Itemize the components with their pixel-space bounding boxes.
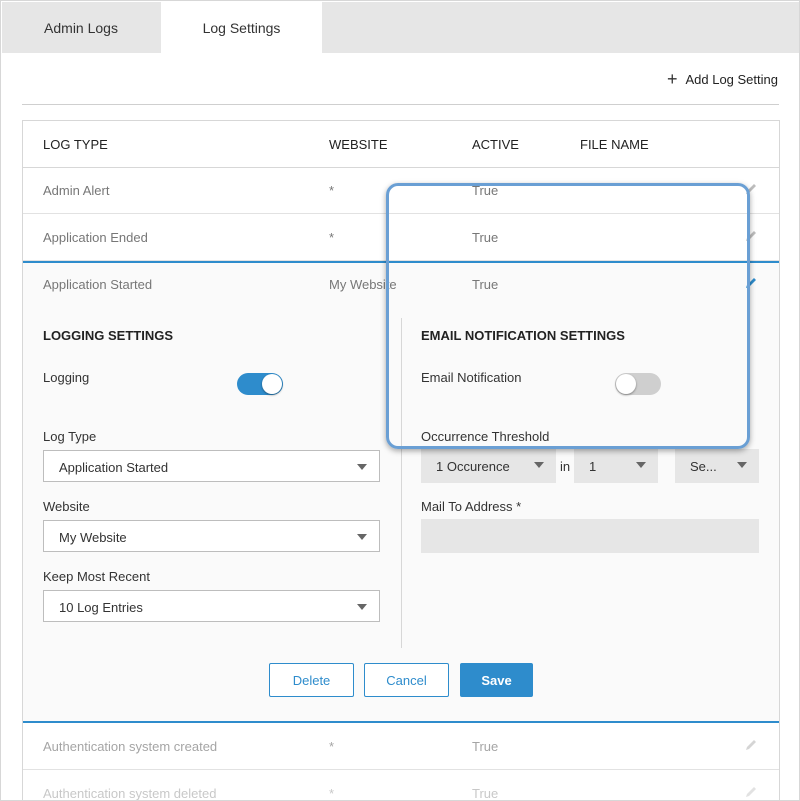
log-settings-table: LOG TYPE WEBSITE ACTIVE FILE NAME Admin … xyxy=(22,120,780,801)
column-divider xyxy=(401,318,402,648)
count-value: 1 xyxy=(589,459,597,474)
pencil-icon[interactable] xyxy=(743,275,759,291)
count-select[interactable]: 1 xyxy=(574,449,658,483)
chevron-down-icon xyxy=(357,604,367,610)
add-log-setting-button[interactable]: + Add Log Setting xyxy=(666,69,778,89)
save-button[interactable]: Save xyxy=(460,663,533,697)
cell-log-type: Authentication system deleted xyxy=(43,786,217,801)
plus-icon: + xyxy=(666,69,678,89)
pencil-icon[interactable] xyxy=(743,181,759,197)
cell-active: True xyxy=(472,277,499,292)
cell-log-type: Application Ended xyxy=(43,230,148,245)
cancel-button[interactable]: Cancel xyxy=(364,663,449,697)
toggle-knob xyxy=(616,374,636,394)
cell-website: My Website xyxy=(329,277,397,292)
delete-button[interactable]: Delete xyxy=(269,663,354,697)
website-value: My Website xyxy=(59,530,127,545)
email-notification-toggle[interactable] xyxy=(615,373,661,395)
add-log-setting-label: Add Log Setting xyxy=(685,71,778,87)
keep-most-recent-select[interactable]: 10 Log Entries xyxy=(43,590,380,622)
email-notification-settings-title: EMAIL NOTIFICATION SETTINGS xyxy=(421,328,625,343)
chevron-down-icon xyxy=(534,462,544,468)
logging-toggle[interactable] xyxy=(237,373,283,395)
chevron-down-icon xyxy=(357,534,367,540)
table-row[interactable]: Admin Alert * True xyxy=(23,167,779,214)
toggle-knob xyxy=(262,374,282,394)
logging-label: Logging xyxy=(43,370,90,385)
mail-to-address-input[interactable] xyxy=(421,519,759,553)
tab-admin-logs[interactable]: Admin Logs xyxy=(2,2,160,53)
occurrence-value: 1 Occurence xyxy=(436,459,510,474)
cell-active: True xyxy=(472,230,499,245)
email-notification-label: Email Notification xyxy=(421,370,522,385)
cell-log-type: Application Started xyxy=(43,277,153,292)
website-select[interactable]: My Website xyxy=(43,520,380,552)
log-type-select[interactable]: Application Started xyxy=(43,450,380,482)
cell-website: * xyxy=(329,786,335,801)
header-website: WEBSITE xyxy=(329,137,388,152)
mail-to-address-label: Mail To Address * xyxy=(421,499,522,514)
tab-bar: Admin Logs Log Settings xyxy=(2,2,799,53)
occurrence-select[interactable]: 1 Occurence xyxy=(421,449,556,483)
header-active: ACTIVE xyxy=(472,137,519,152)
cell-active: True xyxy=(472,786,499,801)
cell-website: * xyxy=(329,183,335,198)
chevron-down-icon xyxy=(737,462,747,468)
divider xyxy=(22,104,779,105)
table-row-selected[interactable]: Application Started My Website True xyxy=(23,263,779,308)
keep-most-recent-label: Keep Most Recent xyxy=(43,569,150,584)
time-unit-select[interactable]: Se... xyxy=(675,449,759,483)
cell-website: * xyxy=(329,739,335,754)
keep-most-recent-value: 10 Log Entries xyxy=(59,600,143,615)
cell-log-type: Authentication system created xyxy=(43,739,218,754)
cell-active: True xyxy=(472,183,499,198)
occurrence-threshold-label: Occurrence Threshold xyxy=(421,429,550,444)
chevron-down-icon xyxy=(636,462,646,468)
table-header: LOG TYPE WEBSITE ACTIVE FILE NAME xyxy=(23,121,779,168)
tab-log-settings[interactable]: Log Settings xyxy=(161,2,322,53)
cell-active: True xyxy=(472,739,499,754)
time-unit-value: Se... xyxy=(690,459,717,474)
log-type-value: Application Started xyxy=(59,460,169,475)
log-type-label: Log Type xyxy=(43,429,97,444)
header-file-name: FILE NAME xyxy=(580,137,649,152)
header-log-type: LOG TYPE xyxy=(43,137,108,152)
expanded-row-panel: Application Started My Website True LOGG… xyxy=(23,261,779,723)
cell-log-type: Admin Alert xyxy=(43,183,110,198)
cell-website: * xyxy=(329,230,335,245)
chevron-down-icon xyxy=(357,464,367,470)
pencil-icon[interactable] xyxy=(743,737,759,753)
log-settings-window: Admin Logs Log Settings + Add Log Settin… xyxy=(0,0,800,801)
table-row[interactable]: Authentication system deleted * True xyxy=(23,770,779,801)
website-label: Website xyxy=(43,499,90,514)
table-row[interactable]: Application Ended * True xyxy=(23,214,779,261)
pencil-icon[interactable] xyxy=(743,784,759,800)
table-row[interactable]: Authentication system created * True xyxy=(23,723,779,770)
pencil-icon[interactable] xyxy=(743,228,759,244)
logging-settings-title: LOGGING SETTINGS xyxy=(43,328,174,343)
in-label: in xyxy=(560,459,571,474)
